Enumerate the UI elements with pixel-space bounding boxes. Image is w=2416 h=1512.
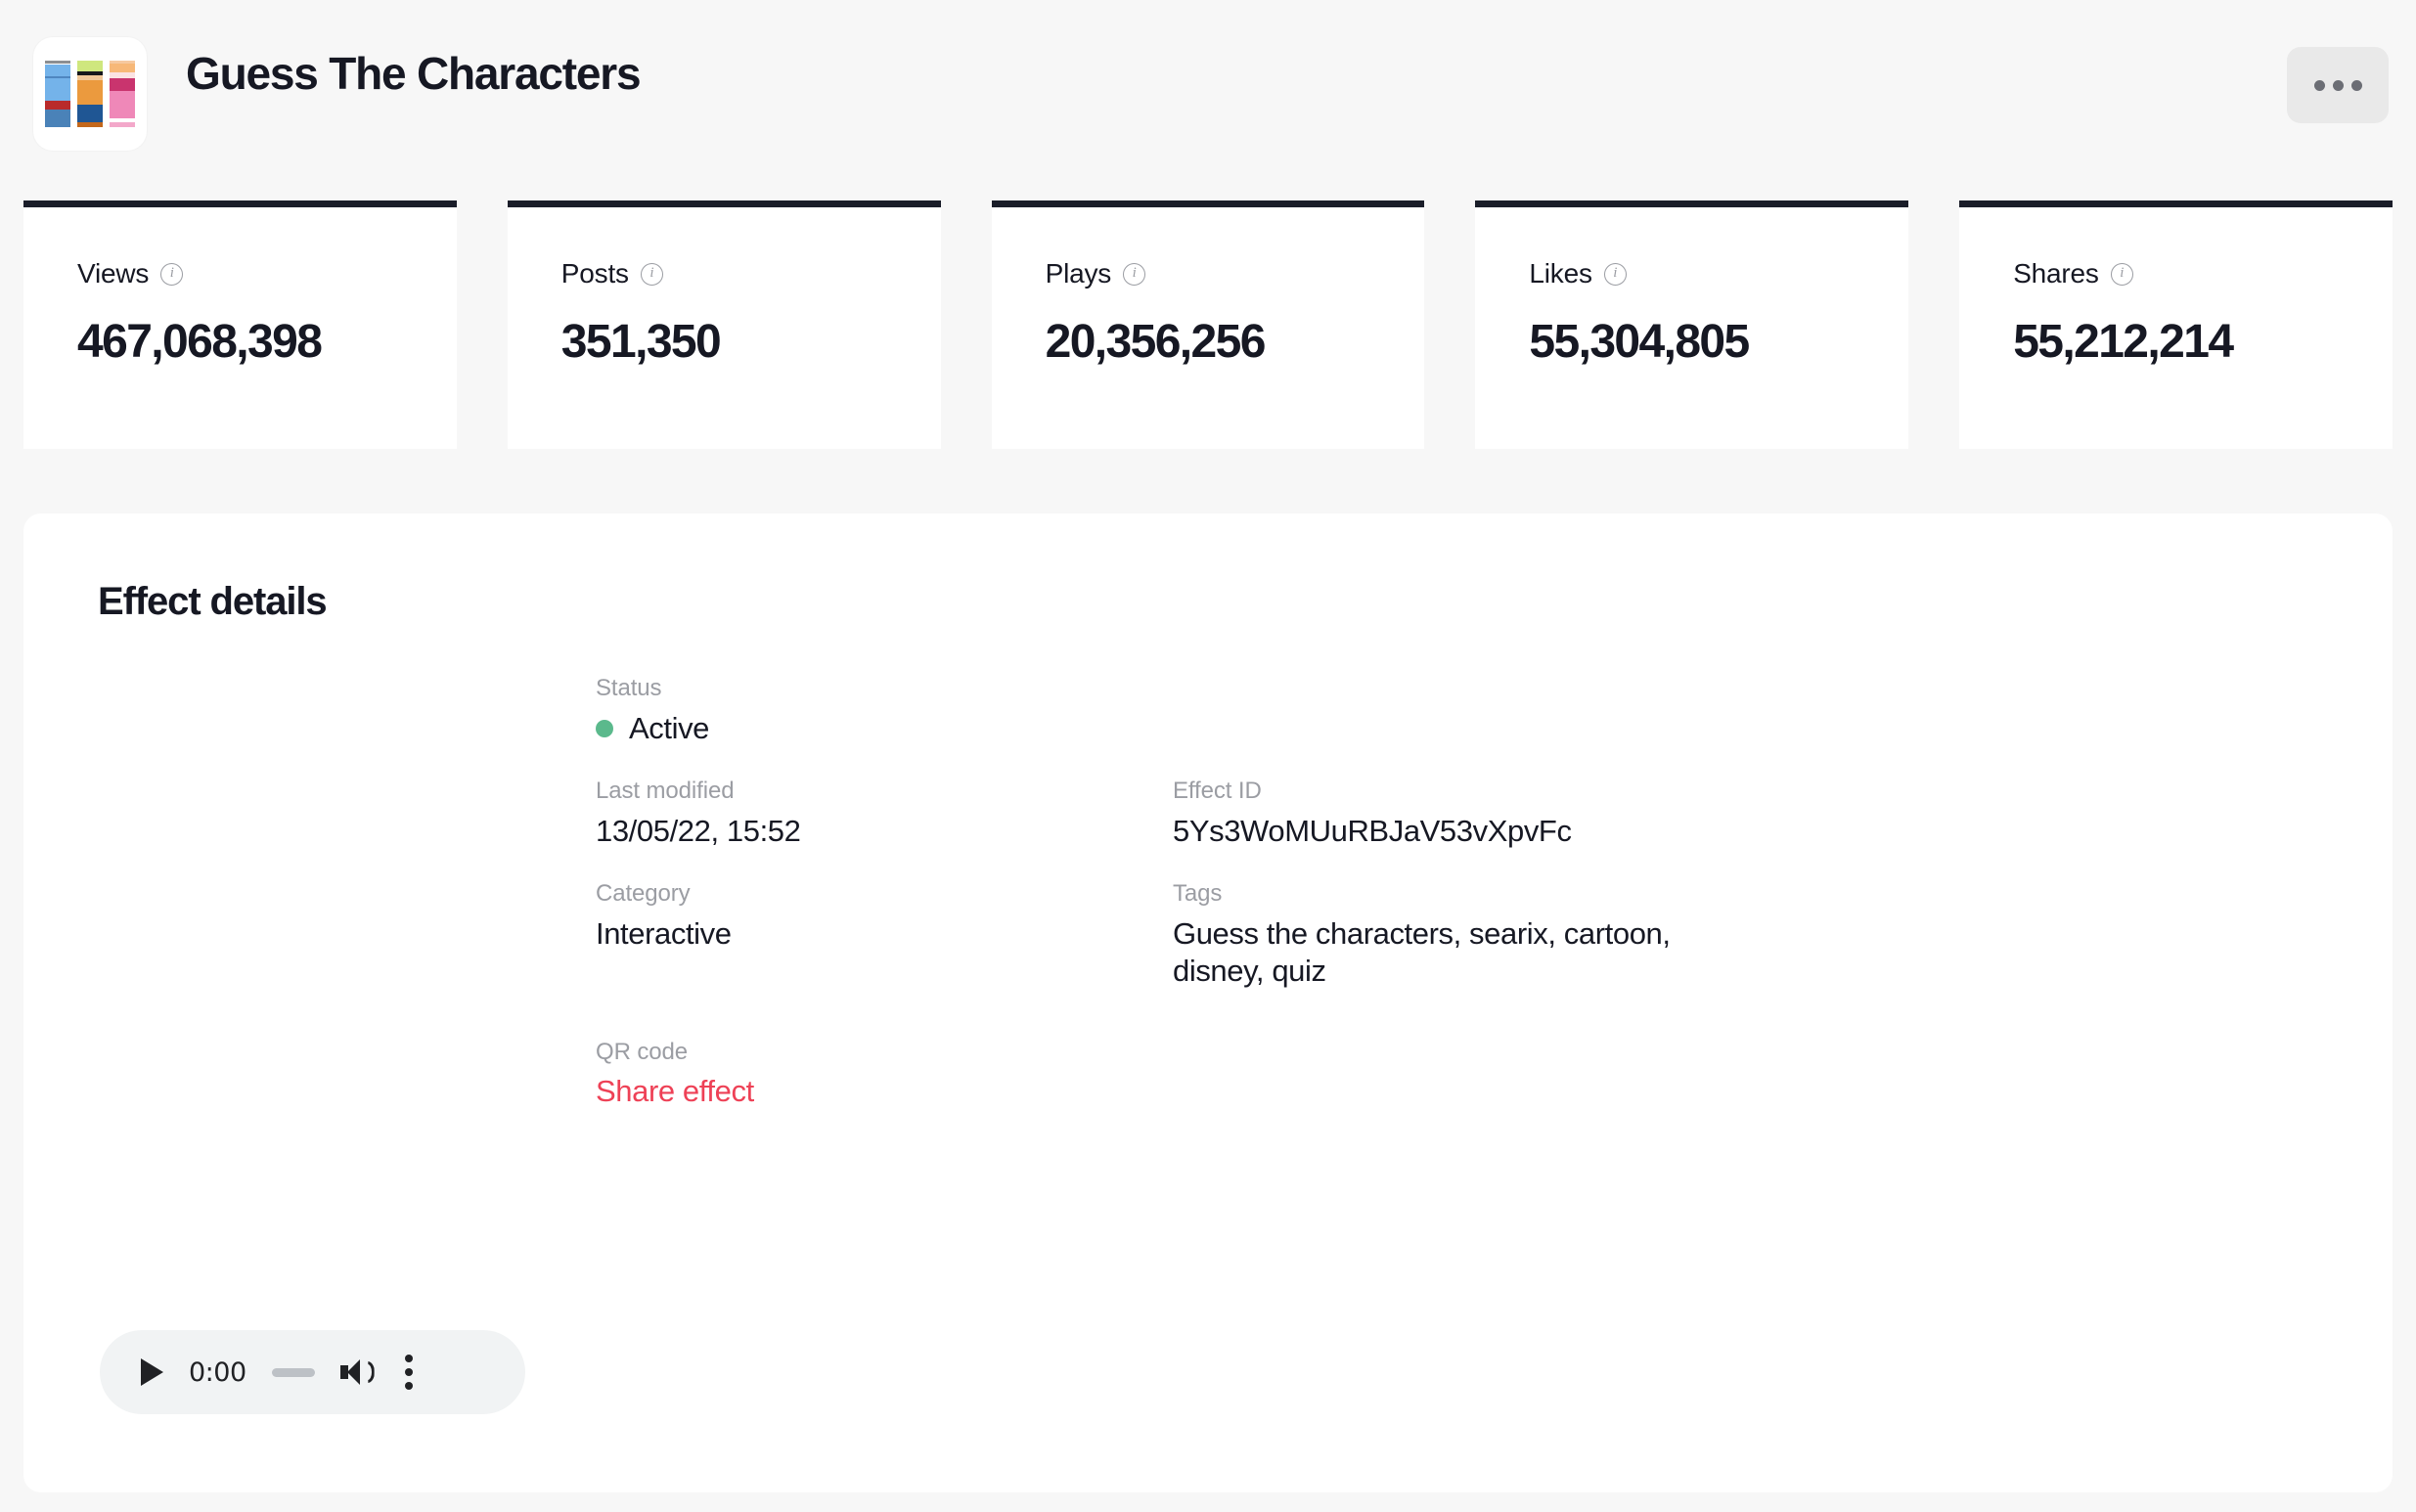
status-text: Active (629, 710, 709, 746)
status-badge: Active (596, 710, 1173, 746)
field-value: Interactive (596, 915, 1173, 952)
kebab-menu-icon[interactable] (405, 1355, 413, 1390)
stat-card-views: Views i 467,068,398 (23, 200, 457, 449)
stat-value: 467,068,398 (77, 315, 457, 369)
info-icon[interactable]: i (2111, 263, 2133, 286)
field-label: Category (596, 880, 1173, 908)
stat-card-likes: Likes i 55,304,805 (1475, 200, 1908, 449)
stat-label-row: Views i (77, 258, 457, 289)
speaker-wave (361, 1361, 375, 1383)
stat-label: Views (77, 258, 149, 289)
stat-card-plays: Plays i 20,356,256 (992, 200, 1425, 449)
field-qr-code: QR code Share effect (596, 1039, 1173, 1109)
detail-fields-grid: Status Active Last modified 13/05/22, 15… (596, 675, 2014, 1109)
field-label: Effect ID (1173, 778, 1750, 805)
field-label: QR code (596, 1039, 1173, 1066)
field-label: Last modified (596, 778, 1173, 805)
menu-dot (405, 1355, 413, 1362)
ellipsis-dot (2333, 80, 2344, 91)
field-label: Status (596, 675, 1173, 702)
info-icon[interactable]: i (160, 263, 183, 286)
stat-label: Plays (1046, 258, 1111, 289)
share-effect-link[interactable]: Share effect (596, 1074, 754, 1108)
stat-card-shares: Shares i 55,212,214 (1959, 200, 2393, 449)
stat-card-posts: Posts i 351,350 (508, 200, 941, 449)
menu-dot (405, 1368, 413, 1376)
page-title: Guess The Characters (186, 47, 640, 100)
stat-value: 351,350 (561, 315, 941, 369)
detail-row-modified-id: Last modified 13/05/22, 15:52 Effect ID … (596, 778, 2014, 880)
status-dot-icon (596, 720, 613, 737)
field-effect-id: Effect ID 5Ys3WoMUuRBJaV53vXpvFc (1173, 778, 1750, 849)
stat-label: Likes (1529, 258, 1591, 289)
stat-label-row: Plays i (1046, 258, 1425, 289)
ellipsis-dot (2314, 80, 2325, 91)
field-spacer (1173, 675, 1750, 778)
detail-row-category-tags: Category Interactive Tags Guess the char… (596, 880, 2014, 1021)
audio-current-time: 0:00 (189, 1357, 246, 1388)
detail-row-qr: QR code Share effect (596, 1039, 2014, 1109)
thumbnail-stripe-3 (110, 61, 135, 127)
detail-row-status: Status Active (596, 675, 2014, 778)
effect-details-panel: Effect details Status Active Last modifi… (23, 513, 2393, 1492)
info-icon[interactable]: i (1123, 263, 1145, 286)
field-value: Guess the characters, searix, cartoon, d… (1173, 915, 1721, 990)
audio-progress-slider[interactable] (272, 1368, 315, 1377)
stat-label-row: Likes i (1529, 258, 1908, 289)
audio-player[interactable]: 0:00 (100, 1330, 525, 1414)
play-icon[interactable] (141, 1358, 163, 1386)
field-label: Tags (1173, 880, 1750, 908)
field-category: Category Interactive (596, 880, 1173, 990)
thumbnail-stripe-2 (77, 61, 103, 127)
stats-row: Views i 467,068,398 Posts i 351,350 Play… (23, 200, 2393, 449)
thumbnail-stripe-1 (45, 61, 70, 127)
stat-value: 55,212,214 (2013, 315, 2393, 369)
stat-label-row: Shares i (2013, 258, 2393, 289)
page-header: Guess The Characters (0, 0, 2416, 147)
field-spacer (1173, 1039, 1750, 1109)
stat-label: Shares (2013, 258, 2099, 289)
more-options-button[interactable] (2287, 47, 2389, 123)
speaker-cone (347, 1359, 360, 1385)
menu-dot (405, 1382, 413, 1390)
field-value: 13/05/22, 15:52 (596, 813, 1173, 849)
ellipsis-dot (2351, 80, 2362, 91)
stat-value: 20,356,256 (1046, 315, 1425, 369)
panel-title: Effect details (98, 580, 327, 624)
field-tags: Tags Guess the characters, searix, carto… (1173, 880, 1750, 990)
field-status: Status Active (596, 675, 1173, 746)
field-last-modified: Last modified 13/05/22, 15:52 (596, 778, 1173, 849)
stat-label-row: Posts i (561, 258, 941, 289)
field-value: 5Ys3WoMUuRBJaV53vXpvFc (1173, 813, 1750, 849)
stat-label: Posts (561, 258, 629, 289)
volume-icon[interactable] (340, 1356, 376, 1388)
info-icon[interactable]: i (1604, 263, 1627, 286)
info-icon[interactable]: i (641, 263, 663, 286)
effect-thumbnail (33, 37, 147, 151)
stat-value: 55,304,805 (1529, 315, 1908, 369)
